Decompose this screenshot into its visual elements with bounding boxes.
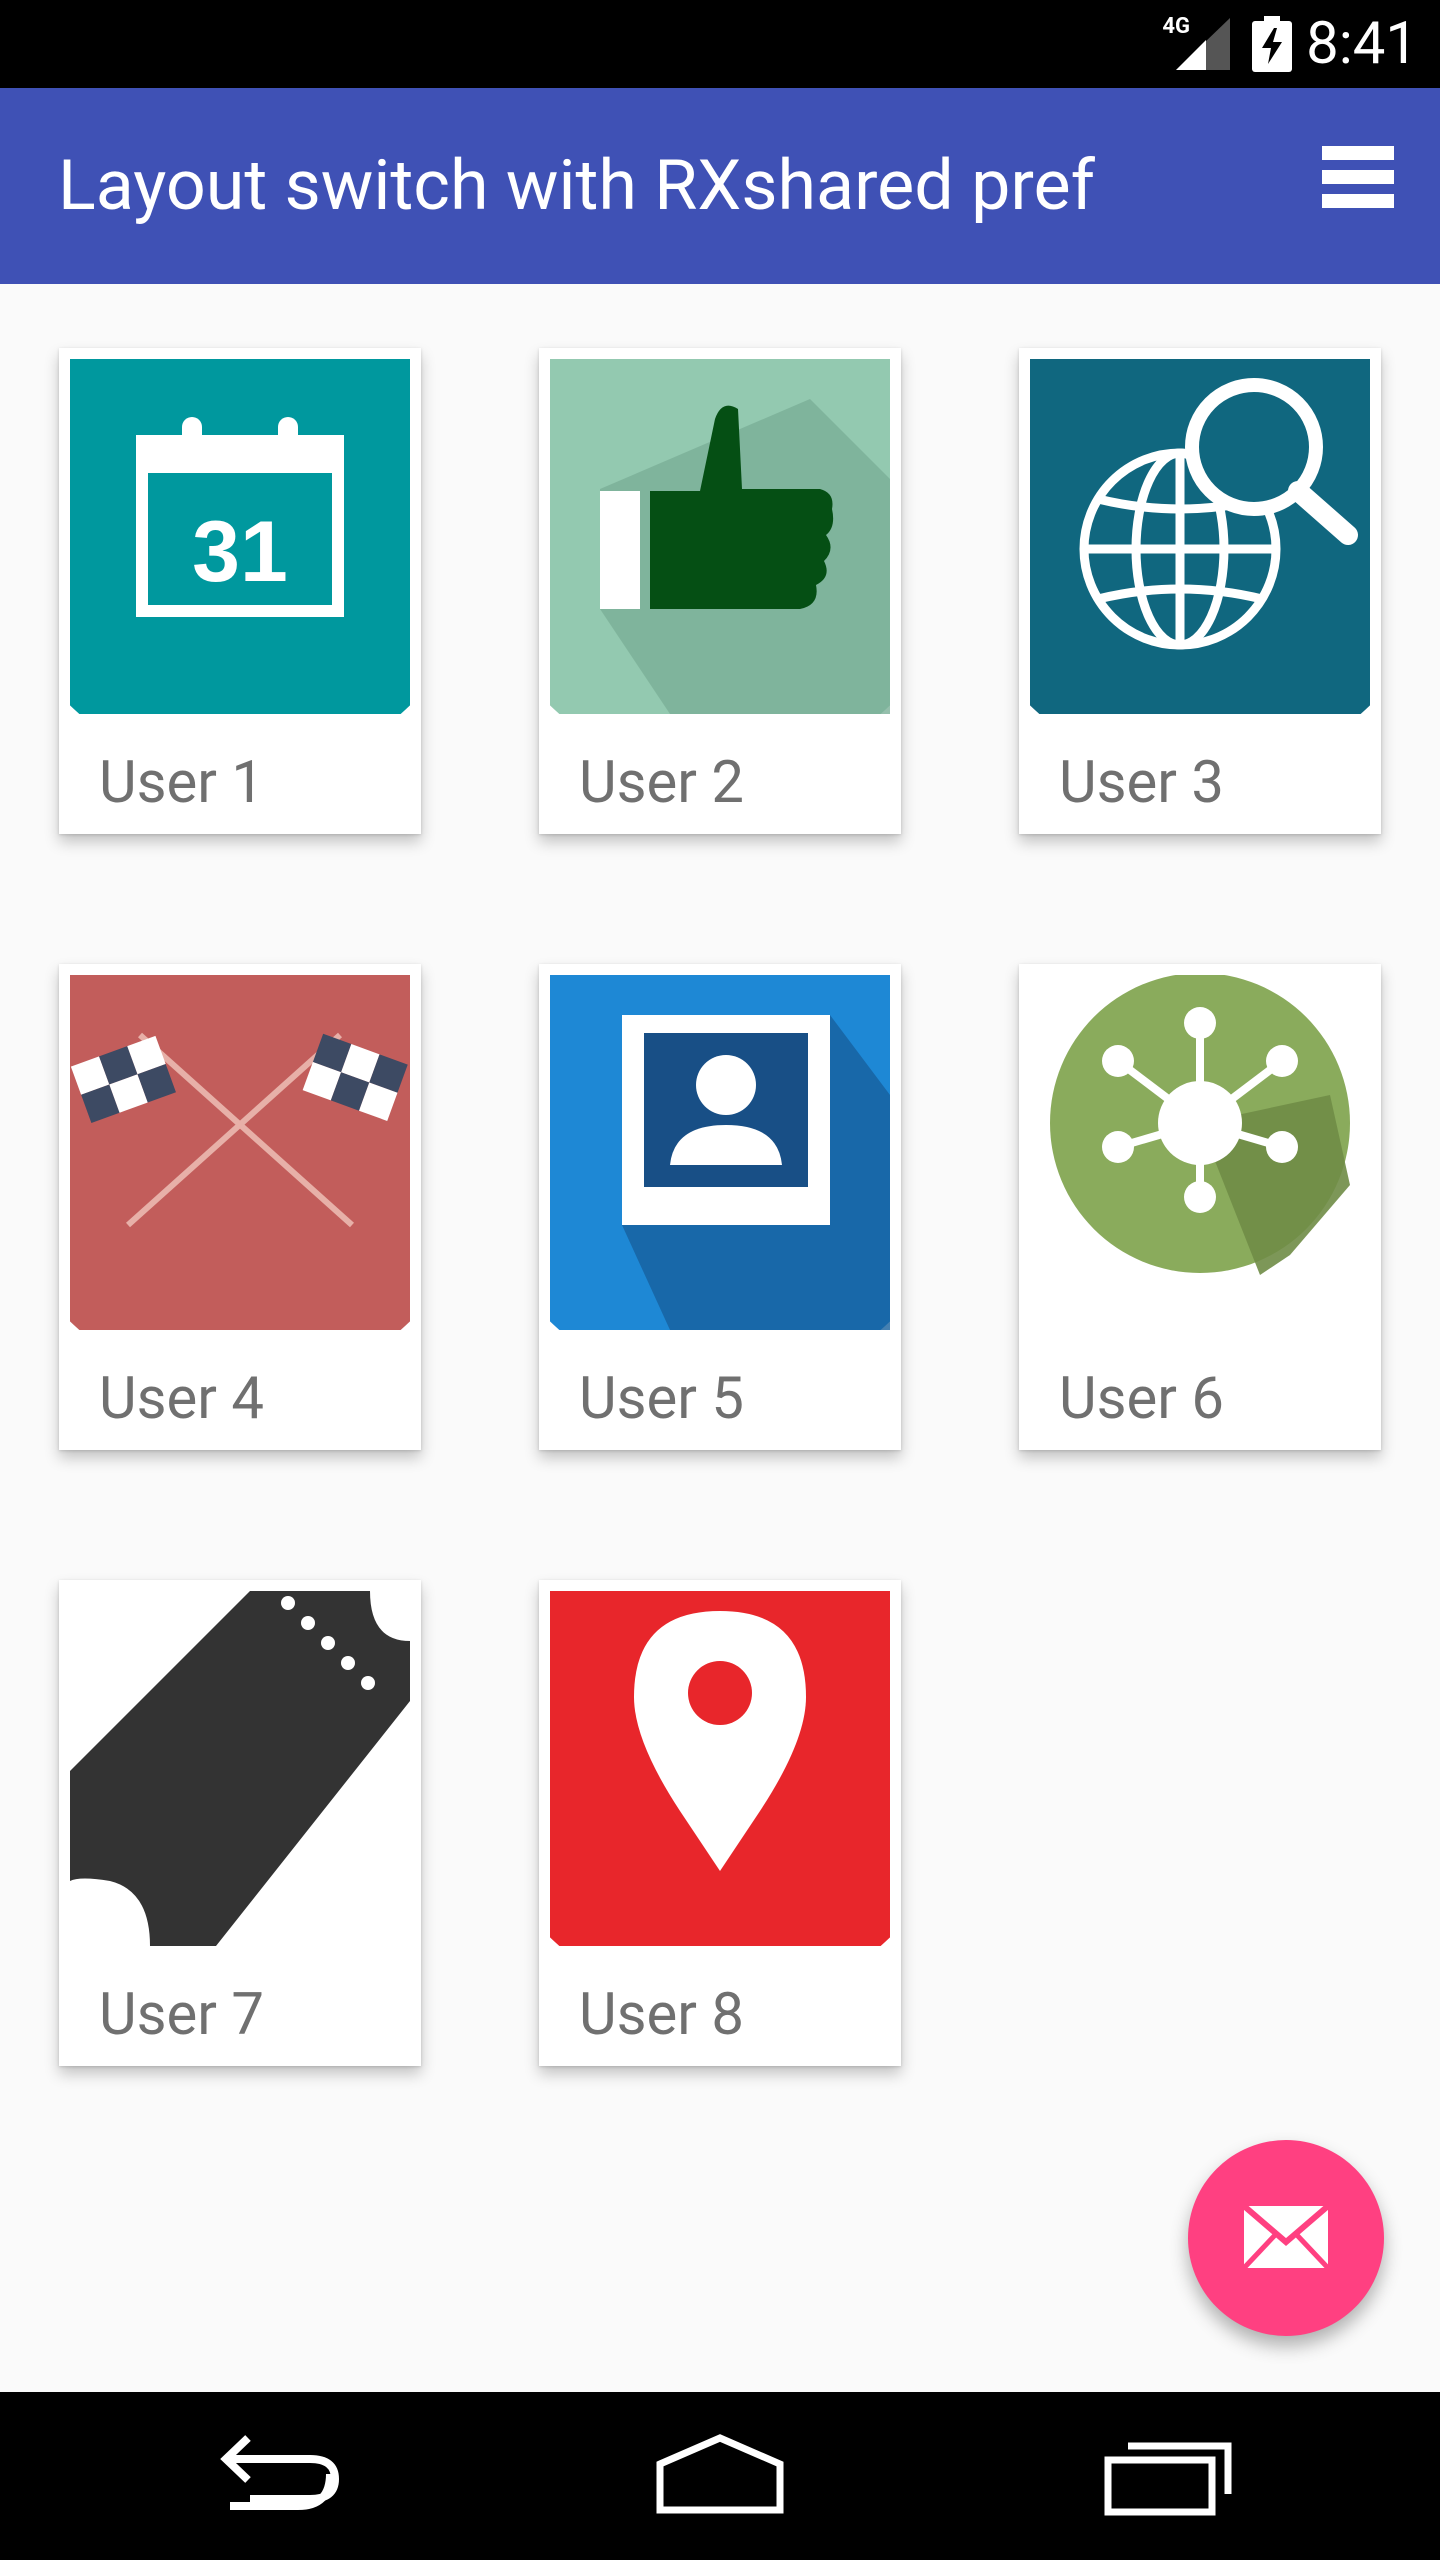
globe-search-icon [1030,359,1370,714]
checkered-flags-icon [70,975,410,1330]
view-list-icon-bar [1322,194,1394,208]
back-button[interactable] [200,2424,360,2524]
home-button[interactable] [640,2424,800,2524]
user-name: User 1 [99,749,264,817]
user-card-2[interactable]: User 2 [539,348,901,834]
user-card-3[interactable]: User 3 [1019,348,1381,834]
battery-charging-icon [1252,16,1292,72]
clock: 8:41 [1306,10,1418,78]
page-title: Layout switch with RXshared pref [58,145,1095,227]
view-list-button[interactable] [1322,146,1394,218]
map-pin-icon [550,1591,890,1946]
user-grid: 31 User 1 User 2 User 3 User 4 User 5 Us… [0,284,1440,2084]
user-name: User 7 [99,1981,264,2049]
signal-icon [1176,18,1230,70]
calendar-icon: 31 [70,359,410,714]
user-card-6[interactable]: User 6 [1019,964,1381,1450]
user-card-5[interactable]: User 5 [539,964,901,1450]
user-card-8[interactable]: User 8 [539,1580,901,2066]
email-icon [1242,2204,1330,2270]
email-fab-button[interactable] [1188,2140,1384,2336]
user-card-7[interactable]: User 7 [59,1580,421,2066]
view-list-icon [1322,146,1394,160]
contact-photo-icon [550,975,890,1330]
user-card-4[interactable]: User 4 [59,964,421,1450]
app-bar: Layout switch with RXshared pref [0,88,1440,284]
user-name: User 8 [579,1981,744,2049]
user-name: User 2 [579,749,744,817]
svg-text:31: 31 [192,504,288,600]
recents-icon [1104,2442,1232,2516]
recents-button[interactable] [1090,2424,1250,2524]
navigation-bar [0,2392,1440,2560]
user-name: User 6 [1059,1365,1224,1433]
home-icon [656,2434,784,2514]
user-name: User 5 [579,1365,744,1433]
user-card-1[interactable]: 31 User 1 [59,348,421,834]
thumbs-up-icon [550,359,890,714]
view-list-icon-bar [1322,170,1394,184]
user-name: User 3 [1059,749,1224,817]
status-bar: 4G 8:41 [0,0,1440,88]
network-hub-icon [1030,975,1370,1330]
user-name: User 4 [99,1365,264,1433]
back-icon [220,2435,339,2510]
ticket-icon [70,1591,410,1946]
